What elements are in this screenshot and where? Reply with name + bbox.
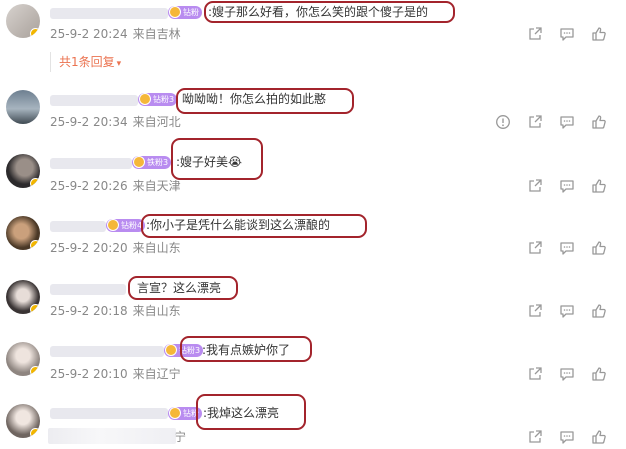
comment-date: 25-9-2 20:24 — [50, 27, 128, 41]
username-masked[interactable] — [50, 158, 132, 169]
comment-date: 25-9-2 20:10 — [50, 367, 128, 381]
highlight-annotation — [196, 394, 306, 430]
comment-meta: 25-9-2 20:18 来自山东 — [50, 303, 181, 319]
avatar[interactable] — [6, 280, 40, 314]
username-masked[interactable] — [50, 95, 138, 106]
avatar[interactable] — [6, 342, 40, 376]
like-icon[interactable] — [591, 366, 607, 382]
view-replies-link[interactable]: 共1条回复 ▾ — [59, 54, 121, 72]
avatar[interactable] — [6, 4, 40, 38]
comment-icon[interactable] — [559, 303, 575, 319]
verified-badge-icon — [30, 28, 40, 38]
fan-badge: 铁粉3 — [132, 156, 172, 169]
fan-badge: 钻粉3 — [138, 93, 178, 106]
verified-badge-icon — [30, 178, 40, 188]
avatar[interactable] — [6, 404, 40, 438]
verified-badge-icon — [30, 304, 40, 314]
fan-badge: 钻粉4 — [106, 219, 146, 232]
comment-location: 来自吉林 — [132, 27, 181, 41]
comment-icon[interactable] — [559, 366, 575, 382]
share-icon[interactable] — [527, 240, 543, 256]
username-masked[interactable] — [50, 8, 168, 19]
comment-icon[interactable] — [559, 114, 575, 130]
username-masked[interactable] — [50, 221, 106, 232]
avatar[interactable] — [6, 216, 40, 250]
report-icon[interactable] — [495, 114, 511, 130]
comment-icon[interactable] — [559, 240, 575, 256]
username-masked[interactable] — [50, 284, 126, 295]
blurred-watermark — [48, 428, 176, 444]
reply-divider — [50, 52, 51, 72]
username-masked[interactable] — [50, 408, 168, 419]
view-replies-label: 共1条回复 — [59, 55, 115, 69]
comment-location: 来自河北 — [132, 115, 181, 129]
comment-date: 25-9-2 20:26 — [50, 179, 128, 193]
share-icon[interactable] — [527, 366, 543, 382]
comment-icon[interactable] — [559, 178, 575, 194]
avatar[interactable] — [6, 154, 40, 188]
like-icon[interactable] — [591, 26, 607, 42]
comment-location: 来自辽宁 — [132, 367, 181, 381]
share-icon[interactable] — [527, 114, 543, 130]
like-icon[interactable] — [591, 114, 607, 130]
comment-date: 25-9-2 20:34 — [50, 115, 128, 129]
comment-icon[interactable] — [559, 26, 575, 42]
verified-badge-icon — [30, 428, 40, 438]
comment-location: 来自山东 — [132, 304, 181, 318]
avatar[interactable] — [6, 90, 40, 124]
comment-meta: 25-9-2 20:26 来自天津 — [50, 178, 181, 194]
comment-meta: 25-9-2 20:34 来自河北 — [50, 114, 181, 130]
verified-badge-icon — [30, 366, 40, 376]
highlight-annotation — [180, 336, 312, 362]
verified-badge-icon — [30, 240, 40, 250]
highlight-annotation — [171, 138, 263, 180]
comment-meta: 25-9-2 20:24 来自吉林 — [50, 26, 181, 42]
highlight-annotation — [176, 88, 354, 114]
like-icon[interactable] — [591, 303, 607, 319]
like-icon[interactable] — [591, 240, 607, 256]
share-icon[interactable] — [527, 429, 543, 445]
chevron-down-icon: ▾ — [116, 59, 122, 69]
comment-date: 25-9-2 20:20 — [50, 241, 128, 255]
comment-meta: 25-9-2 20:20 来自山东 — [50, 240, 181, 256]
like-icon[interactable] — [591, 178, 607, 194]
comment-location: 来自天津 — [132, 179, 181, 193]
like-icon[interactable] — [591, 429, 607, 445]
highlight-annotation — [141, 214, 367, 238]
share-icon[interactable] — [527, 178, 543, 194]
share-icon[interactable] — [527, 26, 543, 42]
highlight-annotation — [128, 276, 238, 300]
share-icon[interactable] — [527, 303, 543, 319]
fan-badge: 钻粉 — [168, 6, 202, 19]
comment-meta: 25-9-2 20:10 来自辽宁 — [50, 366, 181, 382]
username-masked[interactable] — [50, 346, 164, 357]
highlight-annotation — [204, 1, 455, 23]
comment-location: 来自山东 — [132, 241, 181, 255]
comment-icon[interactable] — [559, 429, 575, 445]
comment-date: 25-9-2 20:18 — [50, 304, 128, 318]
